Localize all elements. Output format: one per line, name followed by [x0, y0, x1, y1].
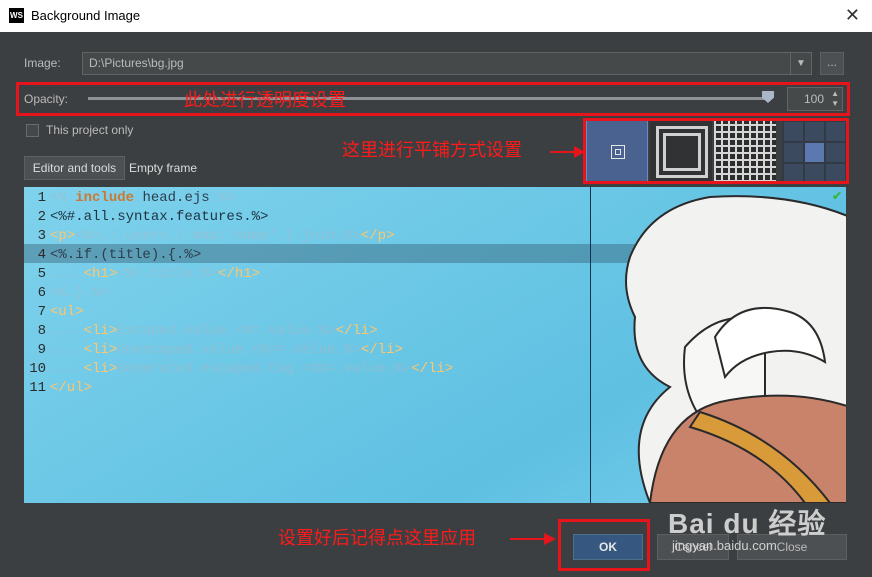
baidu-url: jingyan.baidu.com	[672, 538, 777, 553]
arrow-right-icon	[550, 146, 585, 158]
code-line: 9 ....<li>Unescaped.value.<%==.value.%></…	[24, 341, 453, 360]
code-line: 11 </ul>	[24, 379, 453, 398]
this-project-only-label: This project only	[46, 123, 134, 137]
close-window-icon[interactable]: ✕	[845, 5, 860, 26]
code-line: 5 ....<h1><%=.title.%></h1>	[24, 265, 453, 284]
opacity-annotation: 此处进行透明度设置	[184, 90, 346, 110]
code-text: <%.}.%>	[50, 285, 109, 301]
code-text: <%#.all.syntax.features.%>	[50, 209, 269, 225]
line-number: 2	[37, 209, 46, 225]
background-image-dialog: Image: D:\Pictures\bg.jpg ▼ ... Opacity:…	[0, 32, 872, 577]
browse-button[interactable]: ...	[820, 52, 844, 75]
image-label: Image:	[24, 56, 61, 70]
code-line: 4 <%.if.(title).{.%>	[24, 246, 453, 265]
code-line: 1 <%.include.head.ejs.%>	[24, 189, 453, 208]
arrow-right-icon	[510, 533, 556, 545]
image-path-value: D:\Pictures\bg.jpg	[89, 56, 184, 70]
image-path-field[interactable]: D:\Pictures\bg.jpg ▼	[82, 52, 812, 75]
title-bar: WS Background Image ✕	[0, 0, 872, 32]
code-text: </ul>	[50, 380, 93, 396]
code-text: <%.if.(title).{.%>	[50, 247, 202, 263]
baidu-logo-text: Bai du 经验	[668, 508, 827, 539]
line-number: 1	[37, 190, 46, 206]
code-text: ....<li>Escaped.value.<%=.value.%></li>	[50, 323, 378, 339]
line-number: 10	[29, 361, 46, 377]
line-number: 5	[37, 266, 46, 282]
code-text: ....<li>Unescaped.value.<%==.value.%></l…	[50, 342, 403, 358]
code-sample: 1 <%.include.head.ejs.%> 2 <%#.all.syntax.f…	[24, 189, 453, 398]
code-text: ....<li>Generated.escaped.tag.<%%=.value…	[50, 361, 454, 377]
code-text: <%.include.head.ejs.%>	[50, 190, 235, 206]
code-text: <p><%=.:.users.|.map:'name'.|.join.%></p…	[50, 228, 395, 244]
code-line: 6 <%.}.%>	[24, 284, 453, 303]
tab-empty-frame[interactable]: Empty frame	[129, 161, 197, 175]
line-number: 3	[37, 228, 46, 244]
code-text: ....<h1><%=.title.%></h1>	[50, 266, 261, 282]
this-project-only-checkbox[interactable]	[26, 124, 39, 137]
tab-editor-and-tools[interactable]: Editor and tools	[24, 156, 125, 180]
code-line: 8 ....<li>Escaped.value.<%=.value.%></li>	[24, 322, 453, 341]
check-icon: ✔	[832, 189, 843, 203]
apply-annotation: 设置好后记得点这里应用	[278, 528, 476, 548]
code-line: 7 <ul>	[24, 303, 453, 322]
code-line: 2 <%#.all.syntax.features.%>	[24, 208, 453, 227]
editor-preview: 1 <%.include.head.ejs.%> 2 <%#.all.syntax.f…	[24, 187, 846, 503]
background-illustration	[625, 195, 846, 503]
ok-annotation-box	[558, 519, 650, 571]
line-number: 11	[29, 380, 46, 396]
tiling-annotation-box	[583, 118, 849, 184]
line-number: 7	[37, 304, 46, 320]
opacity-annotation-box	[16, 82, 850, 116]
window-title: Background Image	[31, 8, 141, 23]
line-number: 8	[37, 323, 46, 339]
code-line: 10 ....<li>Generated.escaped.tag.<%%=.val…	[24, 360, 453, 379]
baidu-watermark: Bai du 经验 jingyan.baidu.com	[668, 502, 827, 553]
webstorm-app-icon: WS	[9, 8, 24, 23]
tiling-annotation: 这里进行平铺方式设置	[342, 140, 522, 160]
line-number: 9	[37, 342, 46, 358]
line-number: 6	[37, 285, 46, 301]
code-text: <ul>	[50, 304, 84, 320]
chevron-down-icon[interactable]: ▼	[790, 53, 811, 74]
line-number: 4	[37, 247, 46, 263]
code-line: 3 <p><%=.:.users.|.map:'name'.|.join.%></…	[24, 227, 453, 246]
